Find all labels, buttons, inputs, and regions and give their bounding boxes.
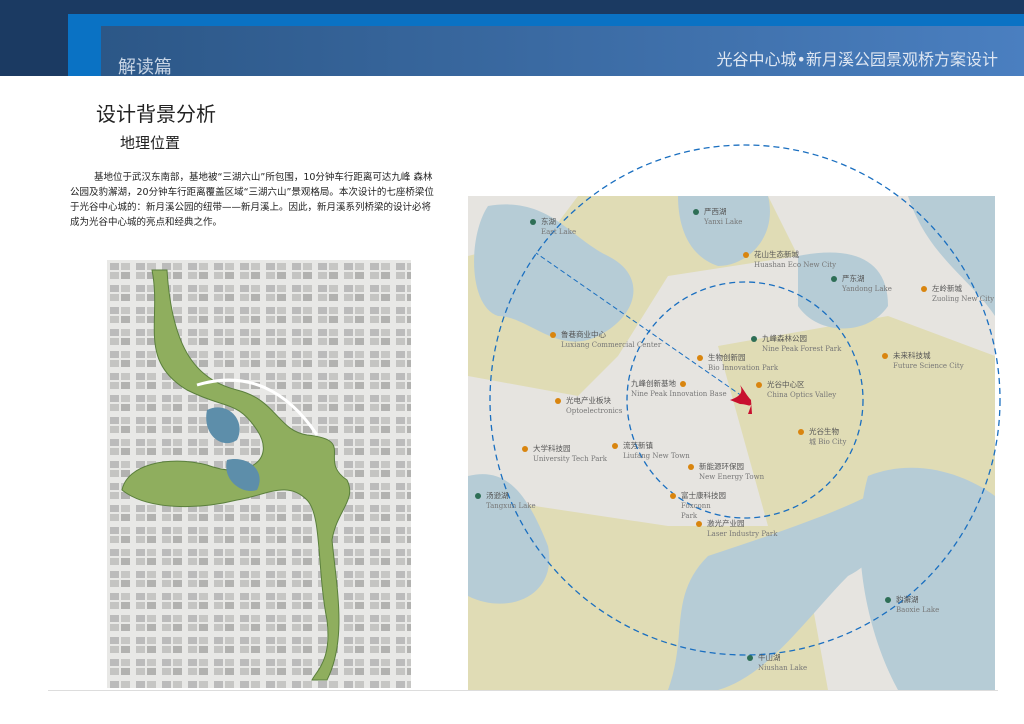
- section-label: 解读篇: [118, 57, 172, 78]
- body-text: 基地位于武汉东南部，基地被“三湖六山”所包围，10分钟车行距离可达九峰 森林公园…: [70, 172, 434, 228]
- location-map: [468, 196, 995, 690]
- district-dot-icon: [697, 355, 703, 361]
- lake-dot-icon: [530, 219, 536, 225]
- district-dot-icon: [798, 429, 804, 435]
- map-label: 东湖 East Lake: [530, 217, 576, 237]
- map-label: 光电产业板块 Optoelectronics: [555, 396, 622, 416]
- district-dot-icon: [670, 493, 676, 499]
- lake-dot-icon: [693, 209, 699, 215]
- map-label: 光谷生物城 Bio City: [798, 427, 846, 447]
- lake-dot-icon: [747, 655, 753, 661]
- map-base: [468, 196, 995, 690]
- map-label: 激光产业园 Laser Industry Park: [696, 519, 777, 539]
- district-dot-icon: [882, 353, 888, 359]
- project-title: 光谷中心城•新月溪公园景观桥方案设计: [716, 50, 998, 69]
- map-label: 富士康科技园 Foxconn Park: [670, 491, 760, 521]
- district-dot-icon: [550, 332, 556, 338]
- map-label: 新能源环保园 New Energy Town: [688, 462, 764, 482]
- map-label: 汤逊湖 Tangxun Lake: [475, 491, 536, 511]
- district-dot-icon: [555, 398, 561, 404]
- page-title: 设计背景分析: [96, 102, 216, 126]
- map-label: 鲁巷商业中心 Luxiang Commercial Center: [550, 330, 661, 350]
- map-label: 九峰创新基地 Nine Peak Innovation Base: [631, 379, 727, 398]
- map-label: 生物创新园 Bio Innovation Park: [697, 353, 778, 373]
- map-label: 流芳新镇 Liufang New Town: [612, 441, 690, 461]
- district-dot-icon: [612, 443, 618, 449]
- district-dot-icon: [921, 286, 927, 292]
- district-dot-icon: [743, 252, 749, 258]
- map-label: 左岭新城 Zuoling New City: [921, 284, 994, 304]
- district-dot-icon: [680, 381, 686, 387]
- map-label: 花山生态新城 Huashan Eco New City: [743, 250, 836, 270]
- district-dot-icon: [756, 382, 762, 388]
- map-label: 牛山湖 Niushan Lake: [747, 653, 807, 673]
- park-dot-icon: [751, 336, 757, 342]
- lake-dot-icon: [885, 597, 891, 603]
- lake-dot-icon: [831, 276, 837, 282]
- map-label: 严东湖 Yandong Lake: [831, 274, 892, 294]
- footer-divider: [48, 690, 998, 691]
- map-label: 大学科技园 University Tech Park: [522, 444, 607, 464]
- map-label: 豹澥湖 Baoxie Lake: [885, 595, 939, 615]
- map-label: 严西湖 Yanxi Lake: [693, 207, 742, 227]
- map-label: 九峰森林公园 Nine Peak Forest Park: [751, 334, 841, 354]
- lake-dot-icon: [475, 493, 481, 499]
- site-plan-image: [107, 260, 411, 688]
- map-label: 未来科技城 Future Science City: [882, 351, 964, 371]
- district-dot-icon: [696, 521, 702, 527]
- page-subtitle: 地理位置: [120, 134, 181, 152]
- district-dot-icon: [522, 446, 528, 452]
- map-label: 光谷中心区 China Optics Valley: [756, 380, 836, 400]
- district-dot-icon: [688, 464, 694, 470]
